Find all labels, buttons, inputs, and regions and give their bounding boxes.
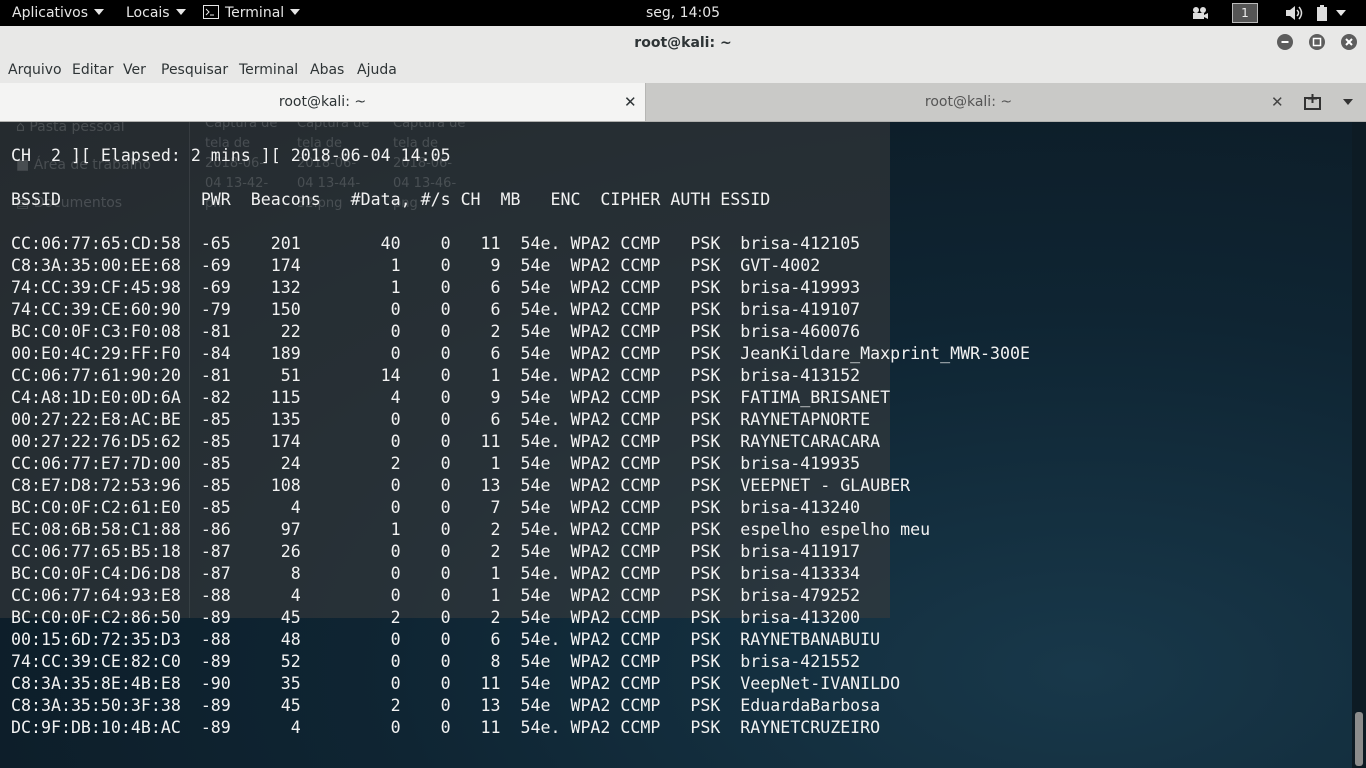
- tab-title: root@kali: ~: [924, 94, 1013, 110]
- terminal-app-label: Terminal: [225, 5, 285, 21]
- terminal-area[interactable]: ⌂ Pasta pessoal ■ Área de trabalho ▤ Doc…: [0, 122, 1352, 768]
- menu-abas[interactable]: Abas: [310, 62, 344, 78]
- table-row: BC:C0:0F:C4:D6:D8 -87 8 0 0 1 54e. WPA2 …: [11, 564, 861, 583]
- scrollbar[interactable]: [1352, 122, 1366, 768]
- tab-menu-chevron-icon[interactable]: [1343, 99, 1353, 105]
- chevron-down-icon: [175, 9, 186, 15]
- tab-inactive[interactable]: root@kali: ~ ✕: [646, 83, 1291, 121]
- table-row: 00:E0:4C:29:FF:F0 -84 189 0 0 6 54e WPA2…: [11, 344, 1031, 363]
- chevron-down-icon: [290, 9, 301, 15]
- table-row: 00:15:6D:72:35:D3 -88 48 0 0 6 54e. WPA2…: [11, 630, 881, 649]
- table-row: CC:06:77:65:CD:58 -65 201 40 0 11 54e. W…: [11, 234, 861, 253]
- chevron-down-icon: [94, 9, 105, 15]
- table-row: C8:3A:35:00:EE:68 -69 174 1 0 9 54e WPA2…: [11, 256, 821, 275]
- table-row: DC:9F:DB:10:4B:AC -89 4 0 0 11 54e. WPA2…: [11, 718, 881, 737]
- table-header: BSSID PWR Beacons #Data, #/s CH MB ENC C…: [11, 190, 771, 209]
- tab-active[interactable]: root@kali: ~ ✕: [0, 83, 646, 121]
- menu-terminal[interactable]: Terminal: [239, 62, 298, 78]
- top-panel: Aplicativos Locais Terminal seg, 14:05 1: [0, 0, 1366, 26]
- home-icon: ⌂: [16, 122, 30, 135]
- tab-title: root@kali: ~: [278, 94, 367, 110]
- menu-editar[interactable]: Editar: [72, 62, 113, 78]
- terminal-icon: [203, 5, 219, 19]
- menu-arquivo[interactable]: Arquivo: [8, 62, 62, 78]
- table-row: CC:06:77:65:B5:18 -87 26 0 0 2 54e WPA2 …: [11, 542, 861, 561]
- table-row: CC:06:77:E7:7D:00 -85 24 2 0 1 54e WPA2 …: [11, 454, 861, 473]
- tab-bar: root@kali: ~ ✕ root@kali: ~ ✕: [0, 83, 1366, 122]
- menu-ajuda[interactable]: Ajuda: [357, 62, 397, 78]
- table-row: 74:CC:39:CE:60:90 -79 150 0 0 6 54e. WPA…: [11, 300, 861, 319]
- window-titlebar[interactable]: root@kali: ~: [0, 26, 1366, 61]
- table-row: C4:A8:1D:E0:0D:6A -82 115 4 0 9 54e WPA2…: [11, 388, 891, 407]
- close-icon: [1345, 38, 1353, 46]
- table-row: 74:CC:39:CE:82:C0 -89 52 0 0 8 54e WPA2 …: [11, 652, 861, 671]
- table-row: C8:3A:35:50:3F:38 -89 45 2 0 13 54e WPA2…: [11, 696, 881, 715]
- table-row: CC:06:77:61:90:20 -81 51 14 0 1 54e. WPA…: [11, 366, 861, 385]
- table-row: BC:C0:0F:C2:61:E0 -85 4 0 0 7 54e WPA2 C…: [11, 498, 861, 517]
- workspace-indicator[interactable]: 1: [1232, 3, 1258, 23]
- tab-close-icon[interactable]: ✕: [1271, 83, 1284, 121]
- minimize-icon: [1281, 41, 1289, 43]
- table-row: BC:C0:0F:C2:86:50 -89 45 2 0 2 54e WPA2 …: [11, 608, 861, 627]
- applications-label: Aplicativos: [12, 5, 89, 21]
- maximize-button[interactable]: [1309, 34, 1325, 50]
- system-menu-chevron-icon[interactable]: [1336, 10, 1346, 16]
- table-row: 00:27:22:E8:AC:BE -85 135 0 0 6 54e. WPA…: [11, 410, 871, 429]
- new-tab-icon[interactable]: [1304, 94, 1322, 110]
- terminal-app-menu[interactable]: Terminal: [203, 0, 301, 26]
- battery-icon[interactable]: [1316, 5, 1328, 22]
- menu-pesquisar[interactable]: Pesquisar: [161, 62, 228, 78]
- menu-ver[interactable]: Ver: [123, 62, 146, 78]
- video-camera-icon[interactable]: [1191, 6, 1209, 20]
- ghost-sidebar-item: ⌂ Pasta pessoal: [16, 122, 125, 135]
- places-menu[interactable]: Locais: [126, 0, 186, 26]
- table-row: 74:CC:39:CF:45:98 -69 132 1 0 6 54e WPA2…: [11, 278, 861, 297]
- table-row: BC:C0:0F:C3:F0:08 -81 22 0 0 2 54e WPA2 …: [11, 322, 861, 341]
- window-title: root@kali: ~: [634, 35, 732, 51]
- volume-icon[interactable]: [1285, 5, 1303, 21]
- tab-close-icon[interactable]: ✕: [624, 83, 637, 121]
- status-line: CH 2 ][ Elapsed: 2 mins ][ 2018-06-04 14…: [11, 146, 451, 165]
- table-row: C8:E7:D8:72:53:96 -85 108 0 0 13 54e WPA…: [11, 476, 911, 495]
- menu-bar: Arquivo Editar Ver Pesquisar Terminal Ab…: [0, 60, 1366, 83]
- places-label: Locais: [126, 5, 170, 21]
- maximize-icon: [1312, 37, 1322, 47]
- table-row: 00:27:22:76:D5:62 -85 174 0 0 11 54e. WP…: [11, 432, 881, 451]
- minimize-button[interactable]: [1277, 34, 1293, 50]
- applications-menu[interactable]: Aplicativos: [12, 0, 105, 26]
- table-row: EC:08:6B:58:C1:88 -86 97 1 0 2 54e. WPA2…: [11, 520, 931, 539]
- table-row: CC:06:77:64:93:E8 -88 4 0 0 1 54e WPA2 C…: [11, 586, 861, 605]
- table-row: C8:3A:35:8E:4B:E8 -90 35 0 0 11 54e WPA2…: [11, 674, 901, 693]
- scrollbar-thumb[interactable]: [1355, 712, 1363, 766]
- close-window-button[interactable]: [1341, 34, 1357, 50]
